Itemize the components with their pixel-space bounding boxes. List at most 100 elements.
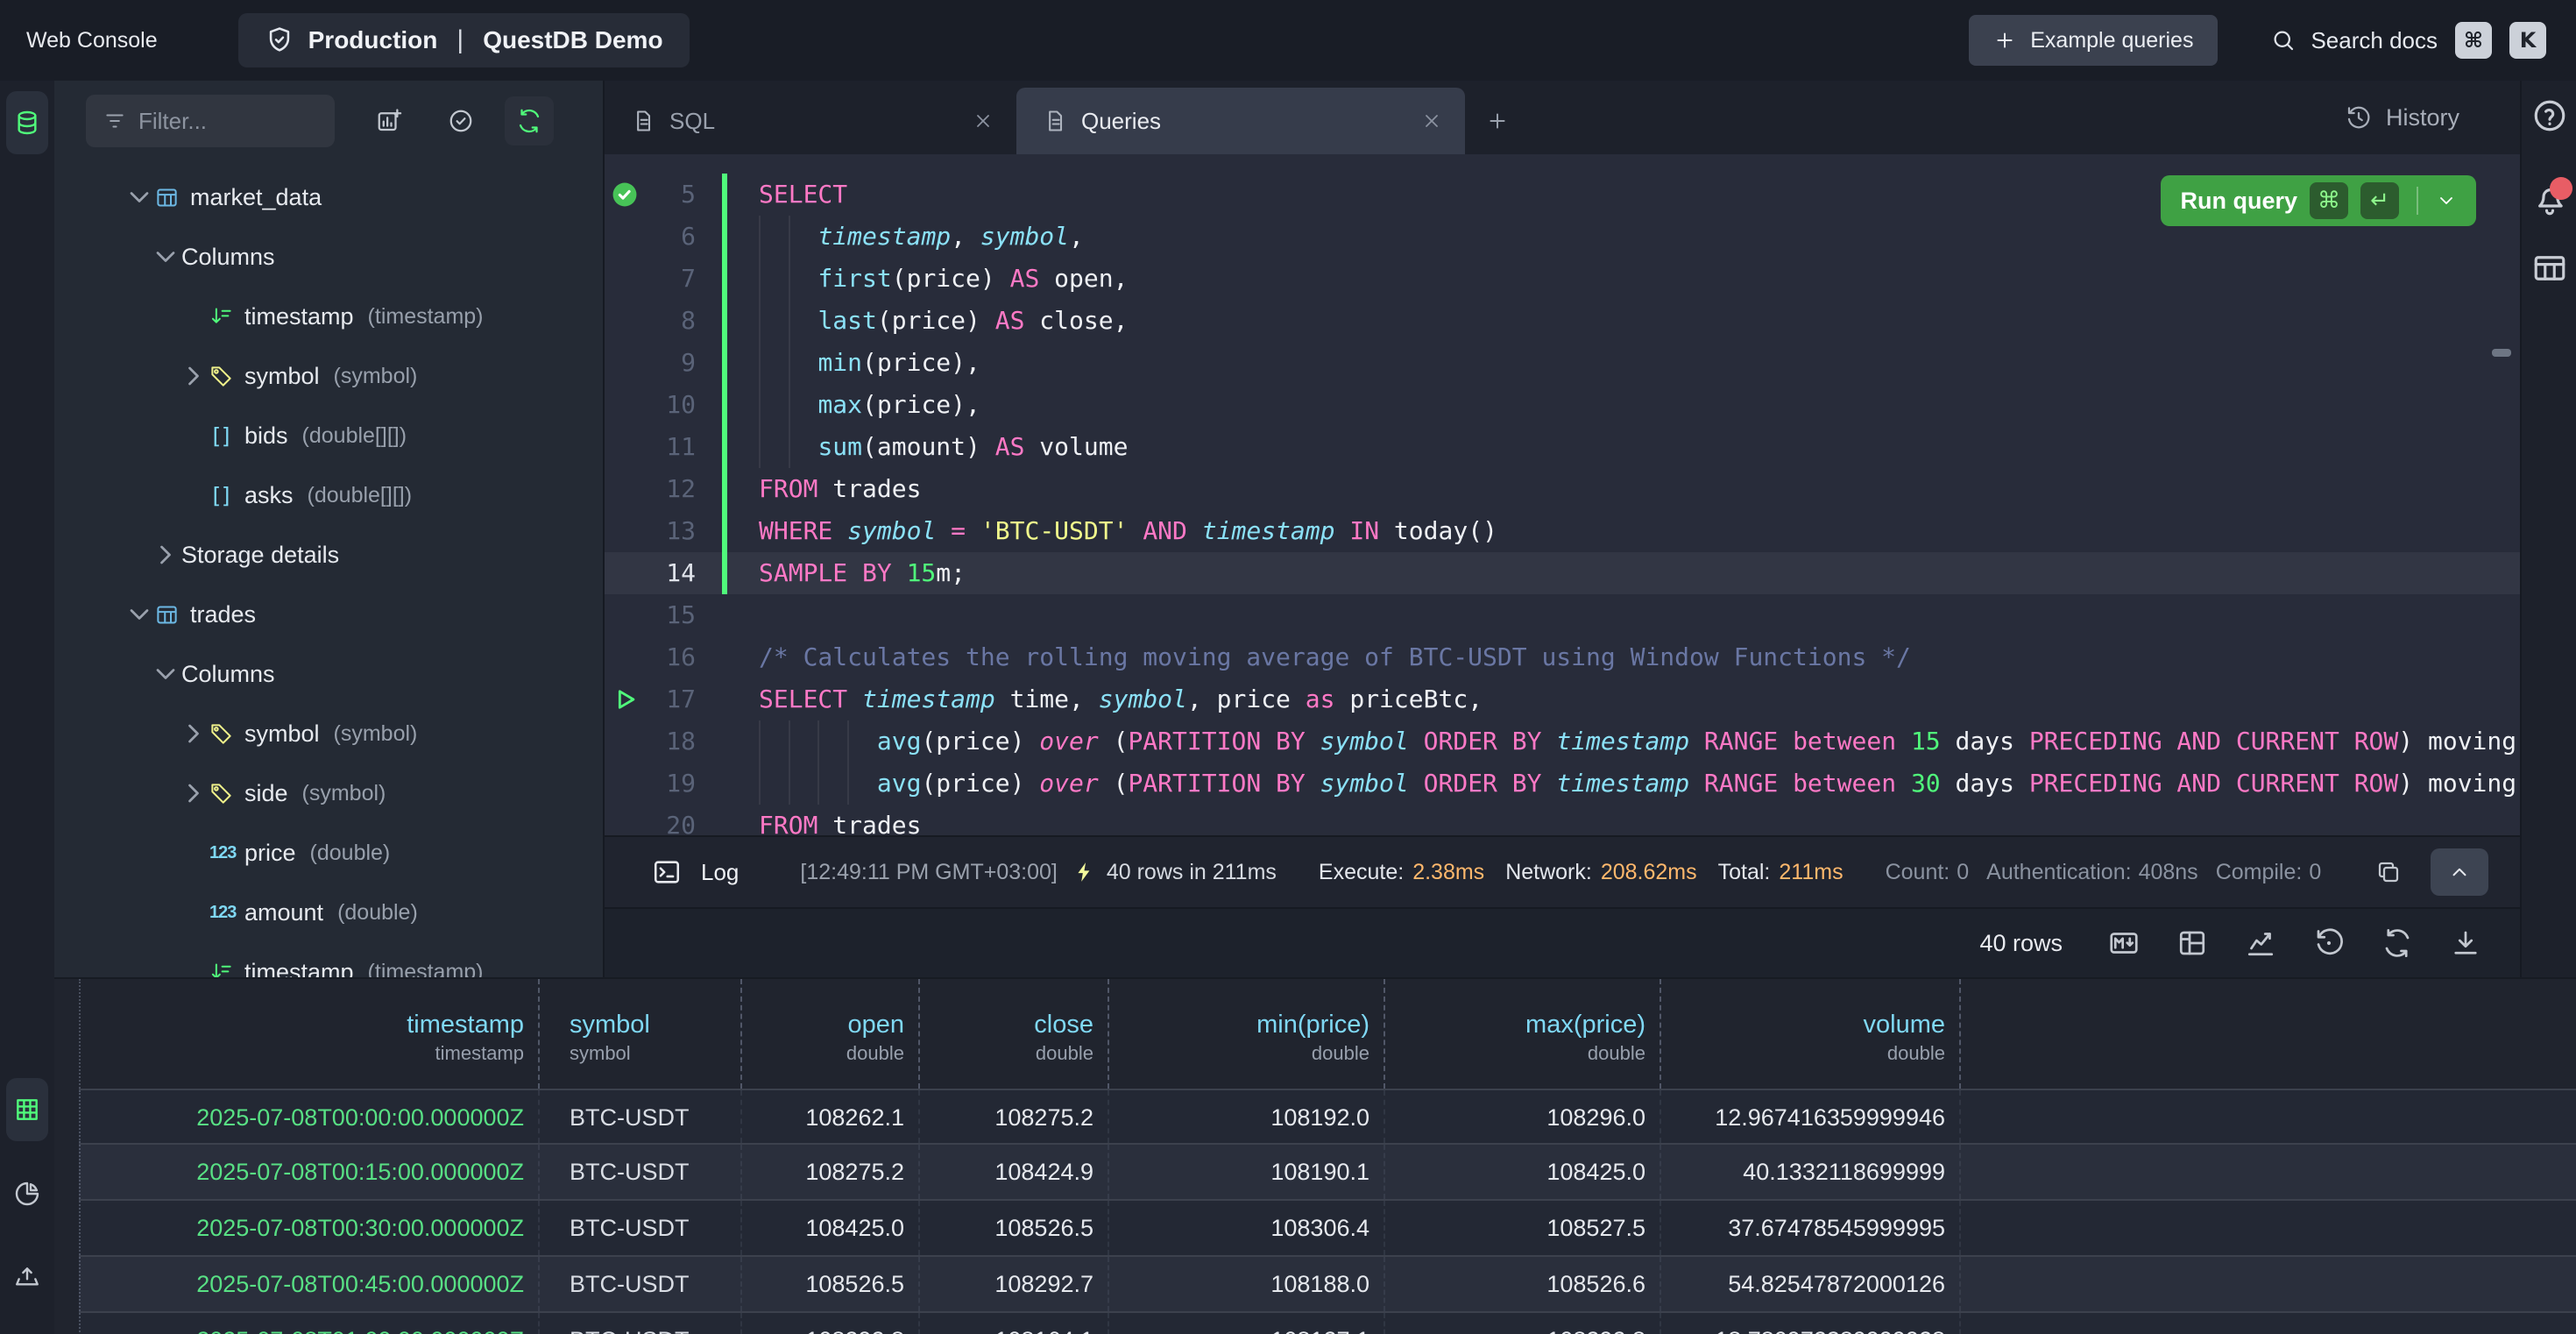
cell[interactable]: 108292.8 bbox=[742, 1313, 920, 1334]
tree-item-trades[interactable]: trades bbox=[54, 585, 603, 644]
cell[interactable]: 108275.2 bbox=[920, 1090, 1109, 1143]
code-line-9[interactable]: 9 min(price), bbox=[605, 342, 2520, 384]
code-line-19[interactable]: 19 avg(price) over (PARTITION BY symbol … bbox=[605, 763, 2520, 805]
chevron-right-icon[interactable] bbox=[178, 777, 209, 809]
tree-item-timestamp[interactable]: timestamp(timestamp) bbox=[54, 942, 603, 977]
code-line-17[interactable]: 17SELECT timestamp time, symbol, price a… bbox=[605, 678, 2520, 720]
code-line-15[interactable]: 15 bbox=[605, 594, 2520, 636]
code-line-16[interactable]: 16/* Calculates the rolling moving avera… bbox=[605, 636, 2520, 678]
search-docs-button[interactable]: Search docs ⌘ K bbox=[2270, 22, 2546, 59]
new-tab-button[interactable] bbox=[1476, 88, 1519, 154]
cell[interactable]: BTC-USDT bbox=[540, 1257, 742, 1311]
import-button[interactable] bbox=[6, 1246, 48, 1309]
cell[interactable]: 108275.2 bbox=[742, 1145, 920, 1199]
column-header-minprice[interactable]: min(price)double bbox=[1109, 979, 1385, 1089]
tree-item-timestamp[interactable]: timestamp(timestamp) bbox=[54, 287, 603, 346]
tree-item-asks[interactable]: []asks(double[][]) bbox=[54, 465, 603, 525]
cell[interactable]: 108292.7 bbox=[920, 1257, 1109, 1311]
tree-item-storage-details[interactable]: Storage details bbox=[54, 525, 603, 585]
column-header-maxprice[interactable]: max(price)double bbox=[1385, 979, 1661, 1089]
code-line-18[interactable]: 18 avg(price) over (PARTITION BY symbol … bbox=[605, 720, 2520, 763]
cell[interactable]: 108425.0 bbox=[742, 1201, 920, 1255]
code-line-10[interactable]: 10 max(price), bbox=[605, 384, 2520, 426]
add-metrics-button[interactable] bbox=[364, 96, 414, 145]
column-header-symbol[interactable]: symbolsymbol bbox=[540, 979, 742, 1089]
cell[interactable]: 108526.5 bbox=[742, 1257, 920, 1311]
cell[interactable]: 108527.5 bbox=[1385, 1201, 1661, 1255]
table-row[interactable]: 2025-07-08T00:15:00.000000ZBTC-USDT10827… bbox=[79, 1145, 2576, 1201]
cell[interactable]: 108262.1 bbox=[742, 1090, 920, 1143]
cell[interactable]: 108292.8 bbox=[1385, 1313, 1661, 1334]
column-header-close[interactable]: closedouble bbox=[920, 979, 1109, 1089]
cell[interactable]: 108192.0 bbox=[1109, 1090, 1385, 1143]
markdown-button[interactable] bbox=[2105, 924, 2143, 962]
column-header-volume[interactable]: volumedouble bbox=[1661, 979, 1961, 1089]
chevron-down-icon[interactable] bbox=[150, 241, 181, 273]
chart-view-button[interactable] bbox=[6, 1162, 48, 1225]
layout-columns-button[interactable] bbox=[2173, 924, 2212, 962]
cell[interactable]: 108164.1 bbox=[920, 1313, 1109, 1334]
notifications-button[interactable] bbox=[2522, 172, 2576, 228]
chevron-right-icon[interactable] bbox=[178, 360, 209, 392]
cell[interactable]: 54.82547872000126 bbox=[1661, 1257, 1961, 1311]
refresh-schema-button[interactable] bbox=[505, 96, 554, 145]
cell[interactable]: 2025-07-08T00:30:00.000000Z bbox=[79, 1201, 540, 1255]
sql-editor[interactable]: 5SELECT6 timestamp, symbol,7 first(price… bbox=[605, 154, 2520, 835]
schema-filter-input[interactable]: Filter... bbox=[86, 95, 335, 147]
datagrid-panel-button[interactable] bbox=[2522, 240, 2576, 296]
cell[interactable]: 12.967416359999946 bbox=[1661, 1090, 1961, 1143]
copy-log-button[interactable] bbox=[2366, 849, 2411, 895]
run-query-button[interactable]: Run query ⌘ ↵ bbox=[2161, 175, 2476, 226]
time-restore-button[interactable] bbox=[2310, 924, 2348, 962]
cell[interactable]: 18.780972389999928 bbox=[1661, 1313, 1961, 1334]
cell[interactable]: BTC-USDT bbox=[540, 1201, 742, 1255]
help-button[interactable] bbox=[2522, 88, 2576, 144]
chevron-down-icon[interactable] bbox=[124, 599, 155, 630]
table-row[interactable]: 2025-07-08T00:30:00.000000ZBTC-USDT10842… bbox=[79, 1201, 2576, 1257]
tree-item-amount[interactable]: 123amount(double) bbox=[54, 883, 603, 942]
code-line-14[interactable]: 14SAMPLE BY 15m; bbox=[605, 552, 2520, 594]
cell[interactable]: 40.1332118699999 bbox=[1661, 1145, 1961, 1199]
example-queries-button[interactable]: Example queries bbox=[1969, 15, 2218, 66]
cell[interactable]: 108306.4 bbox=[1109, 1201, 1385, 1255]
tree-item-market-data[interactable]: market_data bbox=[54, 167, 603, 227]
code-line-13[interactable]: 13WHERE symbol = 'BTC-USDT' AND timestam… bbox=[605, 510, 2520, 552]
cell[interactable]: 108127.1 bbox=[1109, 1313, 1385, 1334]
tree-item-symbol[interactable]: symbol(symbol) bbox=[54, 704, 603, 763]
collapse-log-button[interactable] bbox=[2431, 848, 2488, 896]
editor-scrollbar-thumb[interactable] bbox=[2492, 349, 2511, 357]
cell[interactable]: 108424.9 bbox=[920, 1145, 1109, 1199]
tree-item-side[interactable]: side(symbol) bbox=[54, 763, 603, 823]
cell[interactable]: 2025-07-08T00:15:00.000000Z bbox=[79, 1145, 540, 1199]
close-tab-icon[interactable] bbox=[1421, 110, 1442, 131]
questdb-logo-button[interactable] bbox=[6, 91, 48, 154]
cell[interactable]: 108188.0 bbox=[1109, 1257, 1385, 1311]
chevron-down-icon[interactable] bbox=[124, 181, 155, 213]
code-line-11[interactable]: 11 sum(amount) AS volume bbox=[605, 426, 2520, 468]
table-row[interactable]: 2025-07-08T00:00:00.000000ZBTC-USDT10826… bbox=[79, 1089, 2576, 1145]
cell[interactable]: 2025-07-08T00:45:00.000000Z bbox=[79, 1257, 540, 1311]
download-button[interactable] bbox=[2446, 924, 2485, 962]
tree-item-bids[interactable]: []bids(double[][]) bbox=[54, 406, 603, 465]
environment-badge[interactable]: Production | QuestDB Demo bbox=[238, 13, 690, 67]
cell[interactable]: 2025-07-08T01:00:00.000000Z bbox=[79, 1313, 540, 1334]
table-row[interactable]: 2025-07-08T01:00:00.000000ZBTC-USDT10829… bbox=[79, 1313, 2576, 1334]
tree-item-columns[interactable]: Columns bbox=[54, 227, 603, 287]
code-line-7[interactable]: 7 first(price) AS open, bbox=[605, 258, 2520, 300]
table-row[interactable]: 2025-07-08T00:45:00.000000ZBTC-USDT10852… bbox=[79, 1257, 2576, 1313]
tree-item-price[interactable]: 123price(double) bbox=[54, 823, 603, 883]
grid-view-button[interactable] bbox=[6, 1078, 48, 1141]
chevron-right-icon[interactable] bbox=[178, 718, 209, 749]
chevron-down-icon[interactable] bbox=[150, 658, 181, 690]
select-tables-button[interactable] bbox=[436, 96, 485, 145]
cell[interactable]: BTC-USDT bbox=[540, 1090, 742, 1143]
tab-queries[interactable]: Queries bbox=[1016, 88, 1465, 154]
refresh-button[interactable] bbox=[2378, 924, 2417, 962]
cell[interactable]: 108296.0 bbox=[1385, 1090, 1661, 1143]
code-line-8[interactable]: 8 last(price) AS close, bbox=[605, 300, 2520, 342]
cell[interactable]: 108526.5 bbox=[920, 1201, 1109, 1255]
chart-button[interactable] bbox=[2241, 924, 2280, 962]
column-header-timestamp[interactable]: timestamptimestamp bbox=[79, 979, 540, 1089]
close-tab-icon[interactable] bbox=[973, 110, 994, 131]
cell[interactable]: 108190.1 bbox=[1109, 1145, 1385, 1199]
